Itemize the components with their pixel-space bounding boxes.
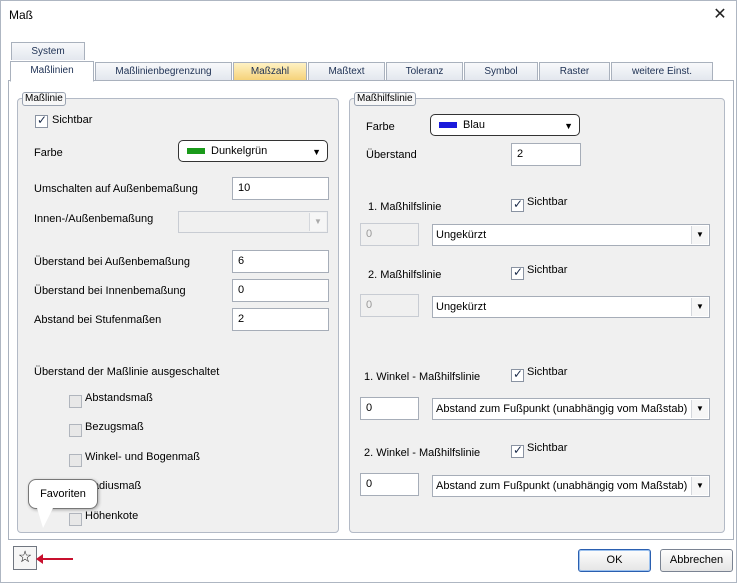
hilfs1-sichtbar-checkbox[interactable] xyxy=(511,197,524,212)
ueberstand-aussen-label: Überstand bei Außenbemaßung xyxy=(34,256,190,268)
tab-masslinienbegrenzung[interactable]: Maßlinienbegrenzung xyxy=(95,62,232,80)
winkel1-select[interactable]: Abstand zum Fußpunkt (unabhängig vom Maß… xyxy=(432,398,710,420)
abstand-label: Abstand bei Stufenmaßen xyxy=(34,314,162,326)
cancel-button[interactable]: Abbrechen xyxy=(660,549,733,572)
hilfs2-select-value: Ungekürzt xyxy=(436,301,487,313)
farbe-label-right: Farbe xyxy=(366,121,395,133)
chevron-down-icon: ▼ xyxy=(309,213,326,231)
chevron-down-icon: ▼ xyxy=(691,226,708,244)
hilfs2-sichtbar-checkbox[interactable] xyxy=(511,265,524,280)
ausgeschaltet-label: Überstand der Maßlinie ausgeschaltet xyxy=(34,366,220,378)
ok-button[interactable]: OK xyxy=(578,549,651,572)
hilfs1-sichtbar-label: Sichtbar xyxy=(527,196,568,208)
tab-masslinien[interactable]: Maßlinien xyxy=(10,61,94,82)
abstand-input[interactable]: 2 xyxy=(232,308,329,331)
hilfs2-select[interactable]: Ungekürzt ▼ xyxy=(432,296,710,318)
farbe-value: Dunkelgrün xyxy=(211,145,268,157)
sichtbar-checkbox[interactable] xyxy=(35,113,48,128)
dialog-window: Maß ✕ System Maßlinien Maßlinienbegrenzu… xyxy=(0,0,737,583)
hoehenkote-checkbox[interactable] xyxy=(69,513,82,526)
ueberstand-innen-input[interactable]: 0 xyxy=(232,279,329,302)
abstandsmass-checkbox[interactable] xyxy=(69,395,82,408)
dropdown-triangle-icon: ▼ xyxy=(312,147,321,157)
farbe-color-select[interactable]: Dunkelgrün ▼ xyxy=(178,140,328,162)
masshilfslinie-2-label: 2. Maßhilfslinie xyxy=(368,269,442,281)
abstandsmass-label: Abstandsmaß xyxy=(85,392,153,404)
farbe-label: Farbe xyxy=(34,147,63,159)
chevron-down-icon: ▼ xyxy=(691,400,708,418)
winkel2-sichtbar-checkbox[interactable] xyxy=(511,443,524,458)
sichtbar-label: Sichtbar xyxy=(52,114,93,126)
tab-system[interactable]: System xyxy=(11,42,85,60)
umschalten-input[interactable]: 10 xyxy=(232,177,329,200)
hilfs1-value-input[interactable]: 0 xyxy=(360,223,419,246)
masslinie-legend: Maßlinie xyxy=(22,92,66,106)
hilfs2-sichtbar-label: Sichtbar xyxy=(527,264,568,276)
tab-masszahl[interactable]: Maßzahl xyxy=(233,62,307,80)
close-icon[interactable]: ✕ xyxy=(710,5,730,25)
bezugsmass-checkbox[interactable] xyxy=(69,424,82,437)
winkel-bogenmass-checkbox[interactable] xyxy=(69,454,82,467)
favoriten-tooltip: Favoriten xyxy=(28,479,98,528)
winkel2-select-value: Abstand zum Fußpunkt (unabhängig vom Maß… xyxy=(436,480,688,492)
tab-toleranz[interactable]: Toleranz xyxy=(386,62,463,80)
winkel1-value-input[interactable]: 0 xyxy=(360,397,419,420)
winkel2-label: 2. Winkel - Maßhilfslinie xyxy=(364,447,481,459)
winkel1-sichtbar-checkbox[interactable] xyxy=(511,367,524,382)
winkel1-select-value: Abstand zum Fußpunkt (unabhängig vom Maß… xyxy=(436,403,688,415)
farbe-value-right: Blau xyxy=(463,119,486,131)
masshilfslinie-legend: Maßhilfslinie xyxy=(354,92,416,106)
masshilfslinie-group: Maßhilfslinie Farbe Blau ▼ Überstand 2 1… xyxy=(349,92,725,533)
ueberstand-aussen-input[interactable]: 6 xyxy=(232,250,329,273)
red-arrow-icon xyxy=(36,554,73,564)
dropdown-triangle-icon: ▼ xyxy=(564,121,573,131)
chevron-down-icon: ▼ xyxy=(691,298,708,316)
chevron-down-icon: ▼ xyxy=(691,477,708,495)
tab-symbol[interactable]: Symbol xyxy=(464,62,538,80)
hoehenkote-label: Höhenkote xyxy=(85,510,139,522)
ueberstand-input[interactable]: 2 xyxy=(511,143,581,166)
color-swatch-icon xyxy=(439,122,457,129)
tab-masstext[interactable]: Maßtext xyxy=(308,62,385,80)
ueberstand-label: Überstand xyxy=(366,149,417,161)
ueberstand-innen-label: Überstand bei Innenbemaßung xyxy=(34,285,186,297)
winkel-bogenmass-label: Winkel- und Bogenmaß xyxy=(85,451,200,463)
winkel1-label: 1. Winkel - Maßhilfslinie xyxy=(364,371,481,383)
innen-aussen-select[interactable]: ▼ xyxy=(178,211,328,233)
umschalten-label: Umschalten auf Außenbemaßung xyxy=(34,183,198,195)
farbe-color-select-right[interactable]: Blau ▼ xyxy=(430,114,580,136)
winkel1-sichtbar-label: Sichtbar xyxy=(527,366,568,378)
hilfs1-select-value: Ungekürzt xyxy=(436,229,487,241)
winkel2-value-input[interactable]: 0 xyxy=(360,473,419,496)
innen-aussen-label: Innen-/Außenbemaßung xyxy=(34,213,154,225)
masslinie-group: Maßlinie Sichtbar Farbe Dunkelgrün ▼ Ums… xyxy=(17,92,339,533)
masshilfslinie-1-label: 1. Maßhilfslinie xyxy=(368,201,442,213)
color-swatch-icon xyxy=(187,148,205,155)
winkel2-sichtbar-label: Sichtbar xyxy=(527,442,568,454)
tab-weitere-einst[interactable]: weitere Einst. xyxy=(611,62,713,80)
window-title: Maß xyxy=(9,8,33,22)
star-icon[interactable]: ☆ xyxy=(13,546,37,570)
bezugsmass-label: Bezugsmaß xyxy=(85,421,144,433)
winkel2-select[interactable]: Abstand zum Fußpunkt (unabhängig vom Maß… xyxy=(432,475,710,497)
tab-raster[interactable]: Raster xyxy=(539,62,610,80)
hilfs2-value-input[interactable]: 0 xyxy=(360,294,419,317)
hilfs1-select[interactable]: Ungekürzt ▼ xyxy=(432,224,710,246)
